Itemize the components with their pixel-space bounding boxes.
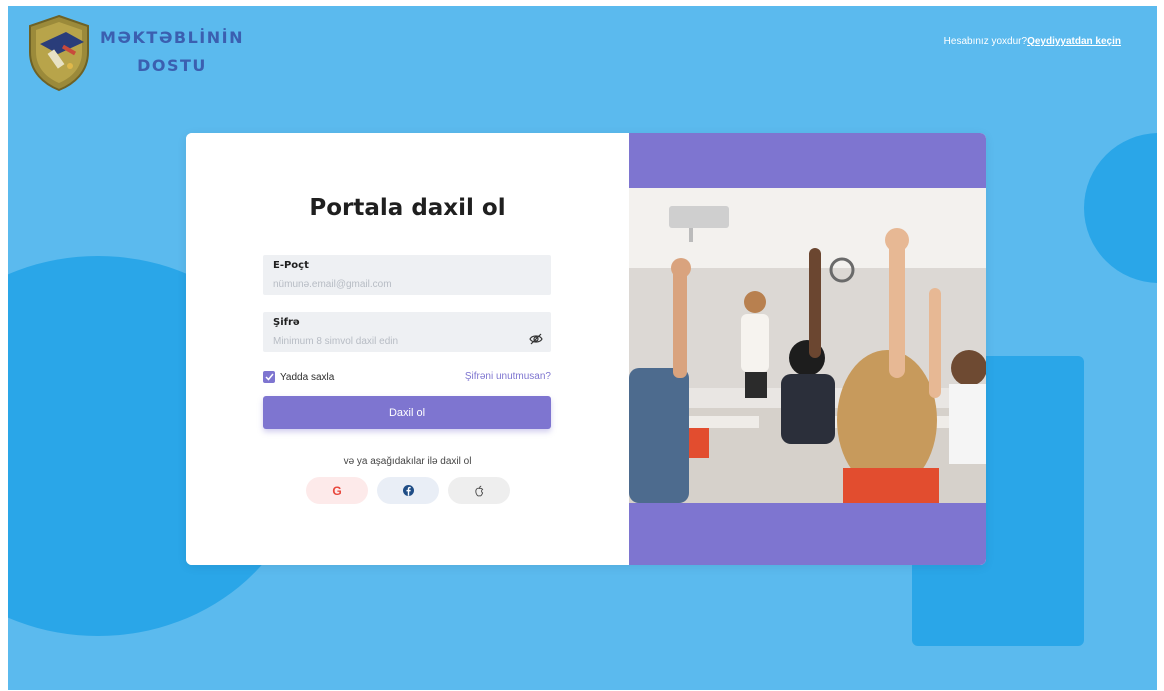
eye-slash-icon[interactable] bbox=[529, 333, 543, 345]
google-login-button[interactable]: G bbox=[306, 477, 368, 504]
login-card: Portala daxil ol E-Poçt Şifrə bbox=[186, 133, 986, 565]
check-icon bbox=[264, 373, 274, 381]
remember-me[interactable]: Yadda saxla bbox=[263, 371, 334, 383]
forgot-password-link[interactable]: Şifrəni unutmusan? bbox=[465, 371, 551, 382]
alternative-login-text: və ya aşağıdakılar ilə daxil ol bbox=[343, 456, 472, 467]
google-icon: G bbox=[332, 483, 342, 498]
image-panel bbox=[629, 133, 986, 565]
password-field[interactable]: Şifrə bbox=[263, 312, 551, 352]
email-input[interactable] bbox=[273, 277, 513, 291]
apple-icon bbox=[474, 485, 483, 496]
classroom-photo bbox=[629, 188, 986, 503]
apple-login-button[interactable] bbox=[448, 477, 510, 504]
brand-line-1: MƏKTƏBLİNİN bbox=[100, 28, 244, 47]
facebook-icon bbox=[402, 485, 414, 496]
page-background: MƏKTƏBLİNİN DOSTU Hesabınız yoxdur?Qeydi… bbox=[8, 6, 1157, 690]
email-field[interactable]: E-Poçt bbox=[263, 255, 551, 295]
school-shield-logo[interactable] bbox=[26, 14, 92, 92]
signup-question: Hesabınız yoxdur? bbox=[943, 36, 1028, 47]
page-title: Portala daxil ol bbox=[309, 195, 506, 221]
brand-line-2: DOSTU bbox=[137, 56, 207, 75]
email-label: E-Poçt bbox=[273, 260, 309, 271]
password-input[interactable] bbox=[273, 334, 513, 348]
password-label: Şifrə bbox=[273, 317, 300, 328]
login-button[interactable]: Daxil ol bbox=[263, 396, 551, 429]
login-form: Portala daxil ol E-Poçt Şifrə bbox=[186, 133, 629, 565]
decorative-circle-right bbox=[1084, 133, 1157, 283]
signup-link[interactable]: Qeydiyyatdan keçin bbox=[1027, 36, 1121, 47]
brand-name: MƏKTƏBLİNİN DOSTU bbox=[100, 24, 244, 80]
facebook-login-button[interactable] bbox=[377, 477, 439, 504]
remember-checkbox[interactable] bbox=[263, 371, 275, 383]
remember-label: Yadda saxla bbox=[280, 371, 335, 383]
signup-prompt: Hesabınız yoxdur?Qeydiyyatdan keçin bbox=[944, 36, 1121, 47]
